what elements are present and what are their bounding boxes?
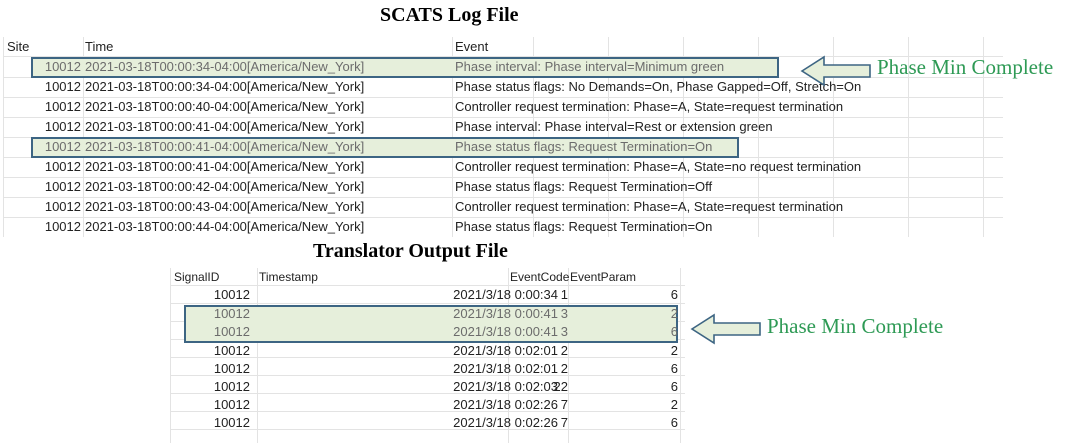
column-header-event: Event	[455, 39, 489, 54]
column-header-signal-id: SignalID	[174, 270, 220, 284]
event-code-cell: 2	[560, 361, 568, 376]
event-param-cell: 6	[670, 287, 678, 302]
time-cell: 2021-03-18T00:00:34-04:00[America/New_Yo…	[85, 59, 365, 74]
event-code-cell: 22	[553, 379, 568, 394]
translator-row: 10012 2021/3/18 0:00:41 3 6	[170, 323, 685, 341]
scats-row: 10012 2021-03-18T00:00:40-04:00[America/…	[3, 97, 1003, 117]
translator-output-table: SignalID Timestamp EventCode EventParam …	[170, 268, 685, 443]
event-code-cell: 3	[560, 306, 568, 321]
translator-row: 10012 2021/3/18 0:02:01 2 2	[170, 342, 685, 360]
time-cell: 2021-03-18T00:00:43-04:00[America/New_Yo…	[85, 199, 365, 214]
event-param-cell: 2	[670, 397, 678, 412]
scats-row: 10012 2021-03-18T00:00:44-04:00[America/…	[3, 217, 1003, 237]
site-cell: 10012	[44, 219, 81, 234]
site-cell: 10012	[44, 59, 81, 74]
signal-id-cell: 10012	[213, 343, 250, 358]
scats-row: 10012 2021-03-18T00:00:41-04:00[America/…	[3, 117, 1003, 137]
signal-id-cell: 10012	[213, 287, 250, 302]
translator-row: 10012 2021/3/18 0:02:01 2 6	[170, 360, 685, 378]
time-cell: 2021-03-18T00:00:41-04:00[America/New_Yo…	[85, 139, 365, 154]
site-cell: 10012	[44, 179, 81, 194]
translator-row: 10012 2021/3/18 0:02:03 22 6	[170, 378, 685, 396]
translator-row: 10012 2021/3/18 0:02:26 7 6	[170, 414, 685, 432]
left-arrow-icon	[800, 55, 871, 87]
site-cell: 10012	[44, 99, 81, 114]
event-cell: Controller request termination: Phase=A,…	[455, 199, 844, 214]
time-cell: 2021-03-18T00:00:34-04:00[America/New_Yo…	[85, 79, 365, 94]
time-cell: 2021-03-18T00:00:41-04:00[America/New_Yo…	[85, 119, 365, 134]
scats-row: 10012 2021-03-18T00:00:42-04:00[America/…	[3, 177, 1003, 197]
event-code-cell: 1	[560, 287, 568, 302]
signal-id-cell: 10012	[213, 397, 250, 412]
left-arrow-icon	[690, 313, 761, 345]
event-cell: Controller request termination: Phase=A,…	[455, 99, 844, 114]
event-cell: Phase status flags: Request Termination=…	[455, 179, 713, 194]
column-header-event-param: EventParam	[570, 270, 637, 284]
signal-id-cell: 10012	[213, 415, 250, 430]
site-cell: 10012	[44, 199, 81, 214]
time-cell: 2021-03-18T00:00:44-04:00[America/New_Yo…	[85, 219, 365, 234]
site-cell: 10012	[44, 139, 81, 154]
event-cell: Phase interval: Phase interval=Minimum g…	[455, 59, 725, 74]
scats-log-title: SCATS Log File	[380, 4, 519, 26]
event-param-cell: 2	[670, 306, 678, 321]
translator-row: 10012 2021/3/18 0:00:41 3 2	[170, 305, 685, 323]
column-header-event-code: EventCode	[510, 270, 570, 284]
time-cell: 2021-03-18T00:00:41-04:00[America/New_Yo…	[85, 159, 365, 174]
signal-id-cell: 10012	[213, 379, 250, 394]
site-cell: 10012	[44, 79, 81, 94]
event-cell: Phase interval: Phase interval=Rest or e…	[455, 119, 773, 134]
column-header-timestamp: Timestamp	[259, 270, 318, 284]
event-param-cell: 6	[670, 379, 678, 394]
event-param-cell: 6	[670, 415, 678, 430]
signal-id-cell: 10012	[213, 306, 250, 321]
event-param-cell: 6	[670, 324, 678, 339]
translator-output-title: Translator Output File	[313, 240, 508, 262]
translator-header-row: SignalID Timestamp EventCode EventParam	[170, 268, 685, 286]
event-param-cell: 2	[670, 343, 678, 358]
event-code-cell: 7	[560, 415, 568, 430]
translator-annotation-label: Phase Min Complete	[767, 314, 944, 338]
scats-row: 10012 2021-03-18T00:00:41-04:00[America/…	[3, 157, 1003, 177]
event-code-cell: 7	[560, 397, 568, 412]
column-header-site: Site	[7, 39, 30, 54]
signal-id-cell: 10012	[213, 361, 250, 376]
site-cell: 10012	[44, 119, 81, 134]
signal-id-cell: 10012	[213, 324, 250, 339]
scats-row: 10012 2021-03-18T00:00:41-04:00[America/…	[3, 137, 1003, 157]
column-header-time: Time	[85, 39, 114, 54]
translator-row: 10012 2021/3/18 0:02:26 7 2	[170, 396, 685, 414]
site-cell: 10012	[44, 159, 81, 174]
event-cell: Phase status flags: Request Termination=…	[455, 139, 713, 154]
scats-row: 10012 2021-03-18T00:00:43-04:00[America/…	[3, 197, 1003, 217]
event-param-cell: 6	[670, 361, 678, 376]
time-cell: 2021-03-18T00:00:42-04:00[America/New_Yo…	[85, 179, 365, 194]
event-cell: Controller request termination: Phase=A,…	[455, 159, 862, 174]
scats-annotation-label: Phase Min Complete	[877, 55, 1054, 79]
event-code-cell: 3	[560, 324, 568, 339]
event-cell: Phase status flags: Request Termination=…	[455, 219, 713, 234]
translator-row: 10012 2021/3/18 0:00:34 1 6	[170, 286, 685, 304]
time-cell: 2021-03-18T00:00:40-04:00[America/New_Yo…	[85, 99, 365, 114]
event-code-cell: 2	[560, 343, 568, 358]
